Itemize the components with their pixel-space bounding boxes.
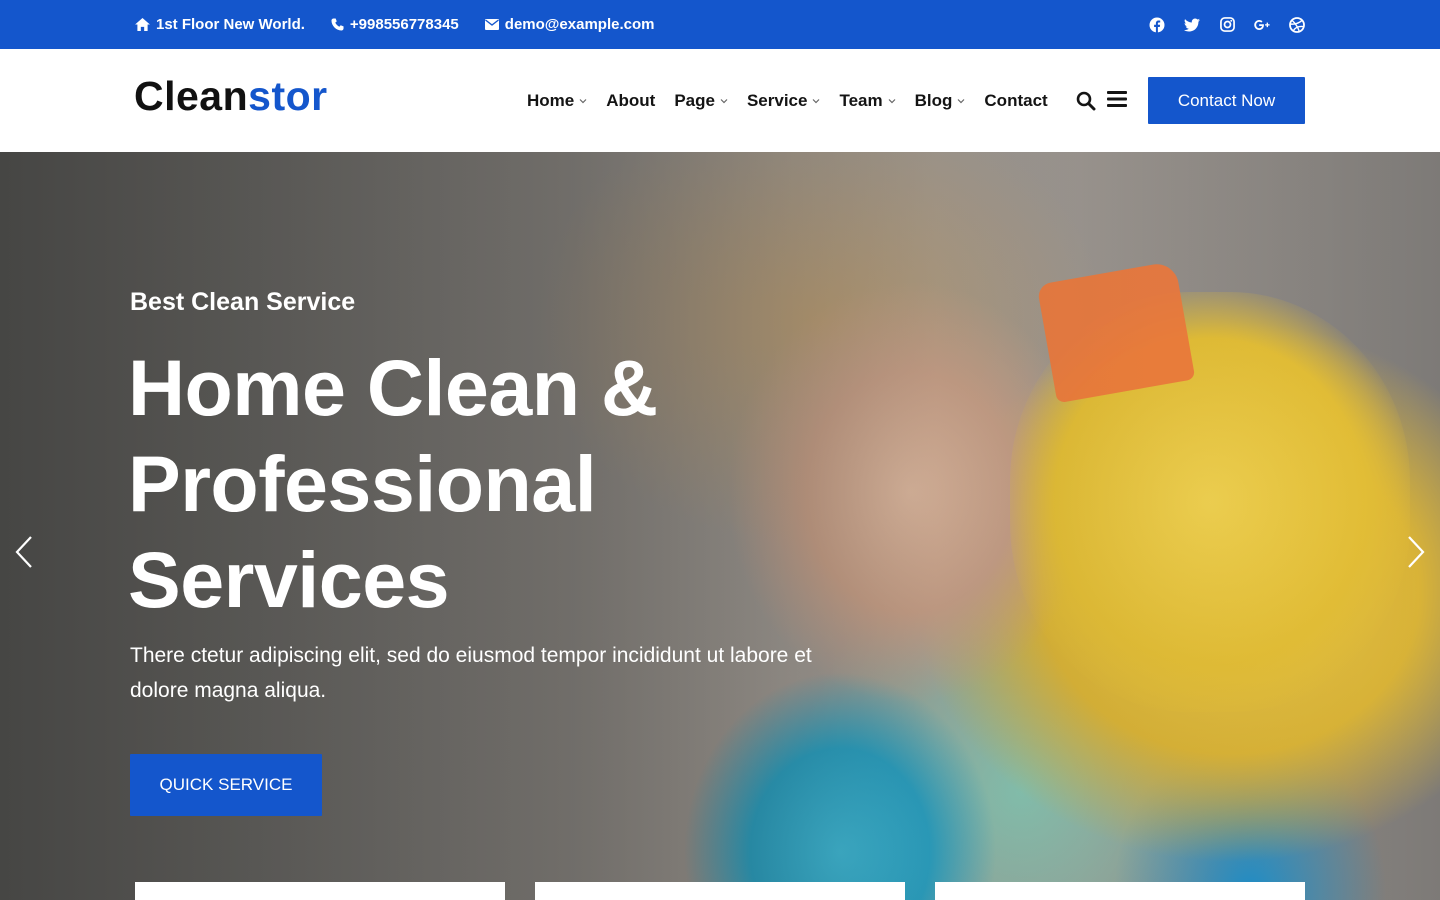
twitter-icon[interactable] [1184,17,1200,33]
main-navigation: Home About Page Service Team Blog Contac… [527,49,1048,152]
nav-item-service[interactable]: Service [747,91,821,111]
nav-item-team[interactable]: Team [839,90,896,111]
nav-label: About [606,90,656,110]
phone-text: +998556778345 [349,16,459,33]
hero-eyebrow: Best Clean Service [130,288,356,316]
instagram-icon[interactable] [1219,17,1235,33]
top-bar: 1st Floor New World. +998556778345 demo@… [0,0,1440,49]
slider-next-arrow-icon[interactable] [1404,535,1428,569]
feature-card [935,882,1305,900]
site-header: Cleanstor Home About Page Service Team B… [0,49,1440,152]
nav-label: Home [527,90,575,110]
logo-accent-text: stor [248,73,328,119]
logo-text: Clean [134,73,249,119]
chevron-down-icon [579,98,587,103]
search-icon[interactable] [1076,91,1096,111]
quick-service-button[interactable]: QUICK SERVICE [130,754,322,816]
envelope-icon [484,19,499,30]
nav-label: Contact [984,90,1048,110]
hero-headline-line: Professional [128,439,597,528]
nav-label: Blog [914,90,953,110]
nav-label: Team [839,90,883,110]
social-links [1149,0,1305,49]
email-text: demo@example.com [504,16,655,33]
contact-now-button[interactable]: Contact Now [1148,77,1305,124]
nav-item-contact[interactable]: Contact [984,91,1047,111]
google-plus-icon[interactable] [1254,17,1270,33]
menu-icon[interactable] [1107,90,1127,110]
nav-item-about[interactable]: About [606,91,655,111]
nav-label: Service [746,90,808,110]
slider-prev-arrow-icon[interactable] [12,535,36,569]
chevron-down-icon [720,98,728,103]
nav-label: Page [674,90,715,110]
phone-item[interactable]: +998556778345 [331,16,459,33]
hero-description: There ctetur adipiscing elit, sed do eiu… [130,644,812,702]
hero-headline-line: Services [128,535,450,624]
nav-item-home[interactable]: Home [527,91,587,111]
address-item: 1st Floor New World. [135,16,305,33]
phone-icon [331,18,344,31]
hero-headline: Home Clean & Professional Services [128,340,768,628]
site-logo[interactable]: Cleanstor [134,71,328,121]
nav-item-page[interactable]: Page [674,91,728,111]
facebook-icon[interactable] [1149,17,1165,33]
email-item[interactable]: demo@example.com [484,16,655,33]
hero-slider: Best Clean Service Home Clean & Professi… [0,152,1440,900]
address-text: 1st Floor New World. [156,16,305,33]
dribbble-icon[interactable] [1289,16,1305,33]
nav-item-blog[interactable]: Blog [915,91,966,111]
hero-headline-line: Home Clean & [128,343,658,432]
feature-card [135,882,505,900]
home-icon [135,18,150,31]
contact-info: 1st Floor New World. +998556778345 demo@… [135,0,654,49]
feature-card [535,882,905,900]
chevron-down-icon [813,98,820,103]
chevron-down-icon [957,98,965,103]
chevron-down-icon [888,98,896,103]
